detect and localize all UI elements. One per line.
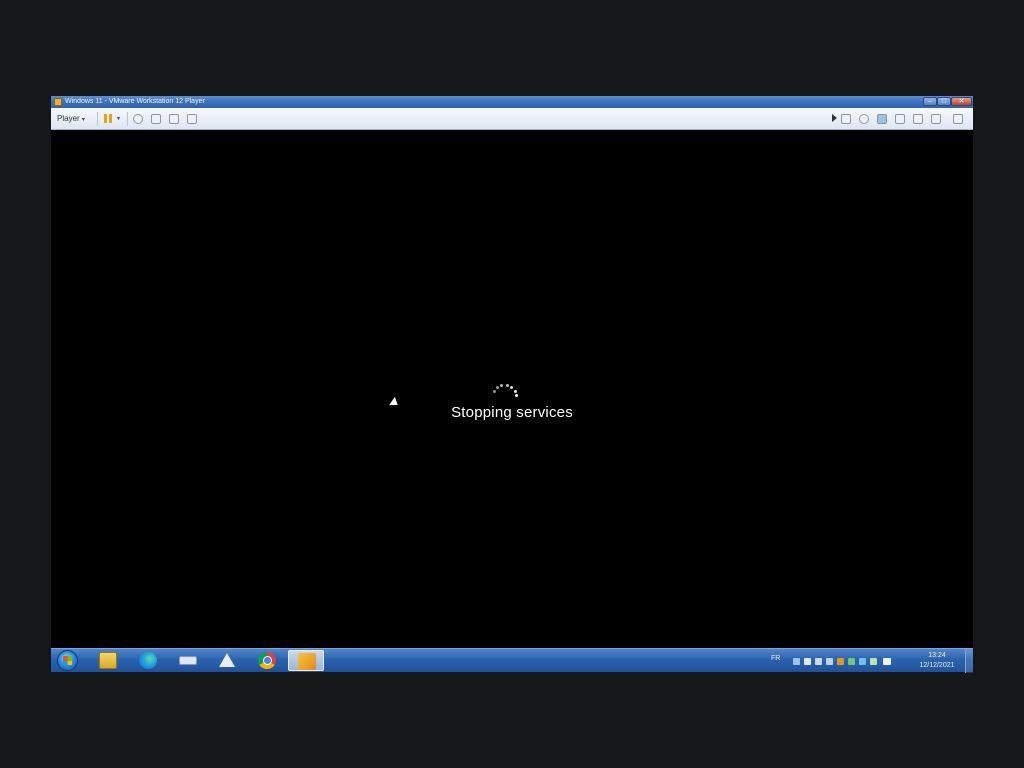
display-icon[interactable] (953, 114, 963, 124)
language-indicator[interactable]: FR (771, 655, 780, 663)
unity-icon[interactable] (187, 114, 197, 124)
usb-icon[interactable] (895, 114, 905, 124)
clock-time[interactable]: 13:24 (925, 652, 949, 660)
sync-icon[interactable] (859, 658, 866, 665)
taskbar-app-vmware-player[interactable] (288, 650, 324, 671)
start-button[interactable] (57, 650, 78, 671)
chevron-down-icon: ▾ (81, 117, 85, 123)
taskbar-app-edge[interactable] (130, 650, 166, 671)
volume-icon[interactable] (815, 658, 822, 665)
taskbar: FR 13:24 12/12/2021 (51, 648, 973, 673)
security-icon[interactable] (848, 658, 855, 665)
pause-icon[interactable] (104, 113, 112, 125)
player-menu-label: Player (57, 114, 80, 123)
sound-icon[interactable] (913, 114, 923, 124)
action-center-flag-icon[interactable] (883, 658, 891, 665)
pen-icon[interactable] (793, 658, 800, 665)
edge-icon (139, 652, 157, 669)
spinner-dot (515, 394, 519, 398)
full-screen-icon[interactable] (169, 114, 179, 124)
show-desktop-button[interactable] (965, 649, 973, 673)
spinner-dot (510, 385, 514, 389)
file-explorer-icon (99, 652, 117, 669)
spinner-dot (513, 389, 517, 393)
window-title: Windows 11 - VMware Workstation 12 Playe… (65, 98, 205, 105)
hard-disk-icon[interactable] (841, 114, 851, 124)
network-status-icon[interactable] (826, 658, 833, 665)
taskbar-app-device[interactable] (170, 650, 206, 671)
toolbar-divider (97, 112, 98, 126)
keyboard-icon[interactable] (804, 658, 811, 665)
maximize-button[interactable]: □ (937, 97, 951, 106)
vmware-app-icon (54, 98, 62, 106)
notification-app-icon[interactable] (837, 658, 844, 665)
spinner-dot (505, 383, 509, 387)
vmware-player-icon (298, 653, 316, 670)
spinner-dot (492, 390, 496, 394)
vmware-player-window: Windows 11 - VMware Workstation 12 Playe… (51, 96, 973, 673)
player-toolbar: Player ▾ ▾ (51, 108, 973, 130)
expand-arrow-icon[interactable] (832, 114, 837, 122)
clock-date[interactable]: 12/12/2021 (917, 662, 957, 670)
taskbar-app-chrome[interactable] (249, 650, 285, 671)
vm-display[interactable]: Stopping services (51, 130, 973, 648)
taskbar-app-file-explorer[interactable] (90, 650, 126, 671)
player-menu-button[interactable]: Player ▾ (57, 113, 93, 125)
close-button[interactable]: ✕ (951, 97, 972, 106)
toolbar-divider (127, 112, 128, 126)
spinner-dot (500, 383, 504, 387)
system-tray: FR 13:24 12/12/2021 (763, 649, 973, 673)
update-icon[interactable] (870, 658, 877, 665)
spinner-dot (495, 386, 499, 390)
unity-icon (219, 653, 235, 667)
minimize-button[interactable]: – (923, 97, 937, 106)
printer-icon[interactable] (931, 114, 941, 124)
chevron-down-icon[interactable]: ▾ (117, 113, 120, 125)
send-ctrl-alt-del-icon[interactable] (133, 114, 143, 124)
chrome-icon (258, 652, 276, 669)
status-message: Stopping services (451, 404, 573, 421)
network-icon[interactable] (877, 114, 887, 124)
cd-drive-icon[interactable] (859, 114, 869, 124)
title-bar[interactable]: Windows 11 - VMware Workstation 12 Playe… (51, 96, 973, 108)
removable-devices-icon[interactable] (151, 114, 161, 124)
device-icon (179, 656, 197, 665)
taskbar-app-unity[interactable] (209, 650, 245, 671)
